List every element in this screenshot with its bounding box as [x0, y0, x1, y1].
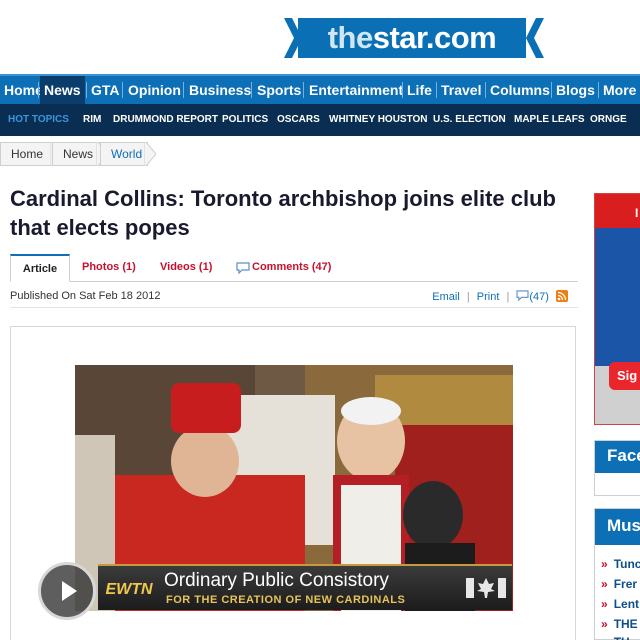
print-link[interactable]: Print [477, 291, 500, 303]
chevron-right-icon: » [601, 557, 608, 571]
must-read-item[interactable]: » Tunc [601, 557, 640, 571]
nav-separator [251, 82, 252, 98]
hot-topics-label: HOT TOPICS [8, 114, 69, 125]
nav-item-gta[interactable]: GTA [87, 76, 124, 104]
nav-separator [303, 82, 304, 98]
hot-topic-link[interactable]: WHITNEY HOUSTON [329, 104, 428, 136]
main-nav: Home News GTA Opinion Business Sports En… [0, 74, 640, 104]
site-logo[interactable]: thestar.com [284, 14, 544, 62]
ad-top-band: I [595, 194, 640, 228]
nav-separator [183, 82, 184, 98]
nav-separator [122, 82, 123, 98]
rss-icon[interactable] [556, 290, 568, 302]
maple-leaf-icon [466, 578, 506, 598]
must-read-item-label: THE [613, 617, 638, 631]
article-actions: Email | Print | (47) [428, 290, 568, 303]
logo-text: thestar.com [298, 18, 526, 58]
chevron-right-icon: » [601, 597, 608, 611]
breadcrumb-world[interactable]: World [100, 142, 148, 166]
nav-item-columns[interactable]: Columns [486, 76, 554, 104]
article-meta: Published On Sat Feb 18 2012 Email | Pri… [10, 286, 578, 308]
tab-article[interactable]: Article [10, 254, 70, 282]
must-read-item[interactable]: » Lent [601, 597, 639, 611]
hot-topic-link[interactable]: U.S. ELECTION [433, 104, 506, 136]
nav-item-sports[interactable]: Sports [253, 76, 305, 104]
hot-topic-link[interactable]: MAPLE LEAFS [514, 104, 585, 136]
ad-letter: I [635, 206, 639, 220]
rail-advertisement[interactable]: I Sig [594, 193, 640, 425]
logo-box: thestar.com [298, 18, 526, 58]
play-icon [62, 581, 77, 601]
ad-signup-button[interactable]: Sig [609, 362, 640, 390]
video-caption-subtitle: FOR THE CREATION OF NEW CARDINALS [166, 594, 406, 606]
tab-photos[interactable]: Photos (1) [82, 254, 136, 282]
facebook-widget: Face [594, 440, 640, 496]
nav-item-life[interactable]: Life [403, 76, 436, 104]
ewtn-logo: EWTN [105, 581, 153, 598]
must-read-item[interactable]: » Frer [601, 577, 637, 591]
ad-middle-band [595, 228, 640, 366]
meta-divider: | [506, 291, 510, 303]
tab-comments[interactable]: Comments (47) [252, 254, 331, 282]
article-headline: Cardinal Collins: Toronto archbishop joi… [10, 186, 556, 240]
facebook-widget-heading: Face [595, 441, 640, 473]
comment-bubble-icon [236, 262, 250, 274]
must-read-item-label: Tunc [613, 557, 640, 571]
email-link[interactable]: Email [432, 291, 460, 303]
hot-topic-link[interactable]: POLITICS [222, 104, 268, 136]
article-tabs: Article Photos (1) Videos (1) Comments (… [10, 254, 578, 282]
nav-item-entertainment[interactable]: Entertainment [305, 76, 407, 104]
logo-right-chevron-icon [526, 18, 544, 58]
nav-separator [38, 82, 39, 98]
must-read-item-label: Frer [613, 577, 638, 591]
hot-topics-bar: HOT TOPICS RIM DRUMMOND REPORT POLITICS … [0, 104, 640, 136]
comment-bubble-icon [516, 290, 529, 301]
hot-topic-link[interactable]: ORNGE [590, 104, 627, 136]
tab-videos[interactable]: Videos (1) [160, 254, 212, 282]
nav-item-business[interactable]: Business [185, 76, 255, 104]
nav-item-blogs[interactable]: Blogs [552, 76, 599, 104]
nav-item-opinion[interactable]: Opinion [124, 76, 185, 104]
must-read-item-label: Lent [613, 597, 640, 611]
must-read-heading: Mus [595, 509, 640, 545]
must-read-item[interactable]: » TH [601, 635, 630, 640]
logo-text-prefix: the [327, 20, 374, 55]
video-caption-bar: EWTN Ordinary Public Consistory FOR THE … [98, 564, 512, 610]
nav-item-more[interactable]: More [599, 76, 640, 104]
hot-topic-link[interactable]: RIM [83, 104, 101, 136]
must-read-item-label: TH [614, 635, 630, 640]
play-button[interactable] [38, 562, 96, 620]
chevron-right-icon: » [601, 577, 608, 591]
must-read-widget: Mus » Tunc » Frer » Lent » THE » TH [594, 508, 640, 640]
breadcrumb-news[interactable]: News [52, 142, 102, 166]
nav-item-travel[interactable]: Travel [437, 76, 485, 104]
video-caption-title: Ordinary Public Consistory [164, 570, 389, 591]
chevron-right-icon: » [601, 617, 608, 631]
meta-divider: | [466, 291, 470, 303]
hot-topic-link[interactable]: OSCARS [277, 104, 320, 136]
logo-text-main: star.com [372, 20, 497, 55]
hot-topic-link[interactable]: DRUMMOND REPORT [113, 104, 218, 136]
chevron-right-icon: » [601, 635, 608, 640]
comments-count-link[interactable]: (47) [529, 291, 549, 303]
breadcrumb-chevron-icon [144, 142, 156, 166]
nav-item-news[interactable]: News [40, 76, 85, 104]
must-read-item[interactable]: » THE [601, 617, 638, 631]
published-date: Published On Sat Feb 18 2012 [10, 290, 161, 302]
